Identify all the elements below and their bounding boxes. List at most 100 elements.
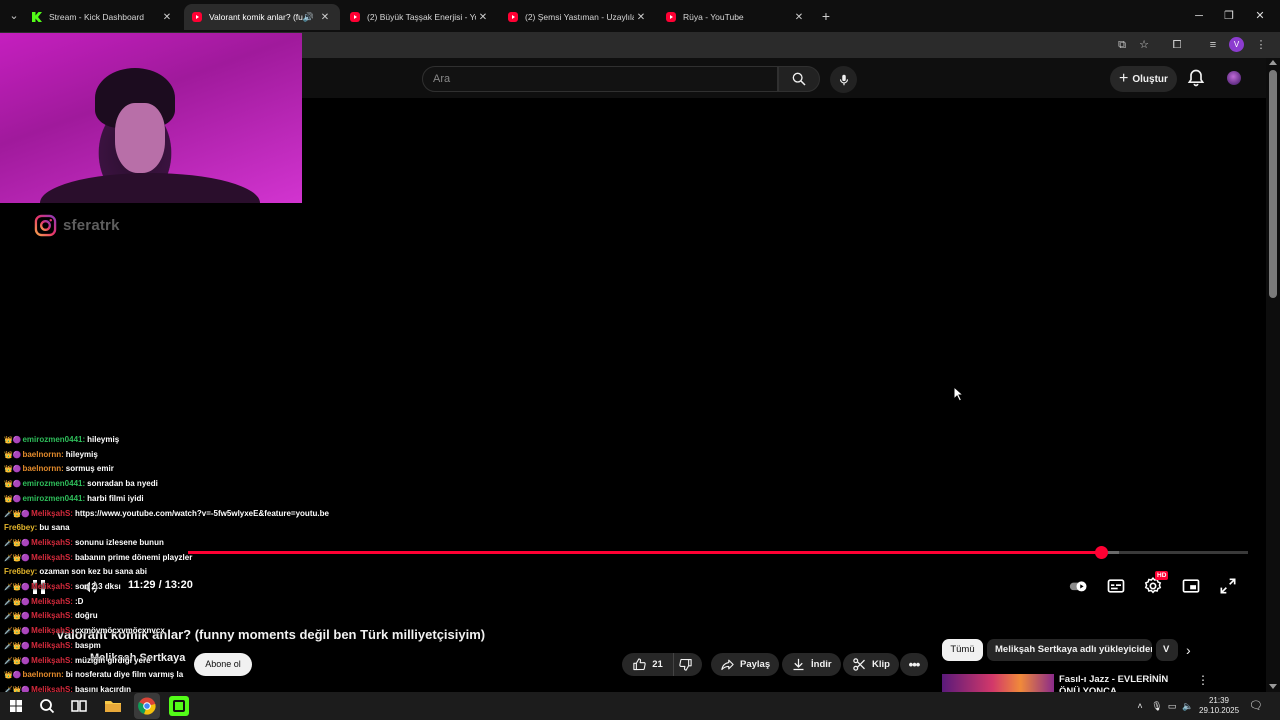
tab-kick-dashboard[interactable]: Stream - Kick Dashboard ✕: [24, 4, 182, 30]
chat-username: Fre6bey:: [4, 523, 38, 533]
close-tab-icon[interactable]: ✕: [318, 12, 332, 23]
autoplay-toggle[interactable]: [1068, 576, 1090, 596]
speaker-icon[interactable]: 🔊: [303, 12, 314, 23]
chat-text: hileymiş: [87, 435, 120, 444]
close-tab-icon[interactable]: ✕: [476, 12, 490, 23]
profile-avatar[interactable]: V: [1229, 37, 1244, 52]
network-icon[interactable]: ▭: [1166, 700, 1178, 712]
chat-badges: 👑🟣: [4, 481, 22, 489]
notification-center-icon[interactable]: 🗨: [1249, 700, 1263, 712]
install-app-icon[interactable]: ⧉: [1113, 36, 1131, 54]
chat-text: bu sana: [39, 523, 70, 533]
kick-studio-icon[interactable]: [169, 696, 189, 716]
file-explorer-icon[interactable]: [103, 696, 123, 716]
chat-username: Fre6bey:: [4, 567, 38, 577]
chat-text: sonunu izlesene bunun: [74, 537, 164, 547]
tray-overflow-icon[interactable]: ˄: [1134, 700, 1146, 712]
instagram-overlay: sferatrk: [34, 214, 120, 237]
chat-username: MelikşahS:: [31, 596, 73, 606]
account-avatar[interactable]: [1227, 71, 1241, 85]
chip-all[interactable]: Tümü: [942, 639, 983, 661]
like-button[interactable]: 21: [622, 653, 674, 676]
youtube-icon: [350, 12, 360, 22]
scissors-icon: [853, 658, 865, 671]
tab-ruya[interactable]: Rüya - YouTube ✕: [658, 4, 814, 30]
chevron-right-icon[interactable]: ›: [1186, 643, 1200, 657]
chat-username: MelikşahS:: [31, 508, 73, 518]
close-tab-icon[interactable]: ✕: [160, 12, 174, 23]
scrollbar-thumb[interactable]: [1269, 70, 1277, 298]
plus-icon: +: [1119, 70, 1129, 87]
windows-start-icon[interactable]: [6, 696, 26, 716]
chat-badges: 🗡️👑🟣: [4, 554, 31, 562]
taskbar-chrome-active[interactable]: [134, 693, 160, 719]
clip-button[interactable]: Klip: [843, 653, 899, 676]
restore-button[interactable]: ❐: [1214, 6, 1244, 26]
chat-message: 👑🟣emirozmen0441: hileymiş: [4, 433, 119, 446]
dislike-button[interactable]: [674, 653, 702, 676]
chat-text: sormuş emir: [65, 464, 114, 474]
voice-search-button[interactable]: [830, 66, 857, 93]
chat-message: 🗡️👑🟣MelikşahS: doğru: [4, 609, 98, 622]
share-button[interactable]: Paylaş: [711, 653, 780, 676]
chat-badges: 🗡️👑🟣: [4, 642, 31, 650]
scroll-up-icon[interactable]: [1269, 60, 1277, 65]
more-actions-button[interactable]: •••: [900, 653, 928, 676]
close-tab-icon[interactable]: ✕: [634, 12, 648, 23]
chat-message: 🗡️👑🟣MelikşahS::D: [4, 595, 83, 608]
new-tab-button[interactable]: +: [818, 7, 834, 25]
tray-mic-icon[interactable]: 🎙: [1151, 700, 1163, 712]
chip-v[interactable]: V: [1156, 639, 1178, 661]
media-control-icon[interactable]: ≡: [1204, 36, 1222, 54]
chat-username: emirozmen0441:: [22, 493, 86, 503]
search-button[interactable]: [778, 66, 820, 92]
chat-username: MelikşahS:: [31, 582, 73, 591]
download-button[interactable]: İndir: [782, 653, 841, 676]
volume-tray-icon[interactable]: 🔈: [1182, 700, 1194, 712]
search-input[interactable]: [422, 66, 778, 92]
close-window-button[interactable]: ✕: [1245, 6, 1275, 26]
recommendation-thumbnail[interactable]: [942, 674, 1054, 692]
instagram-handle: sferatrk: [63, 217, 120, 234]
scroll-down-icon[interactable]: [1269, 684, 1277, 689]
taskbar-clock[interactable]: 21:39 29.10.2025: [1199, 696, 1239, 716]
tab-search-icon[interactable]: ⌄: [4, 7, 24, 25]
extensions-icon[interactable]: ⧠: [1168, 36, 1186, 54]
chat-text: bi nosferatu diye film varmış la: [65, 670, 184, 680]
tab-buyuk-tassak-enerjisi[interactable]: (2) Büyük Taşşak Enerjisi - YouT ✕: [342, 4, 498, 30]
recommendation-menu-icon[interactable]: ⋮: [1197, 673, 1209, 687]
chat-badges: 🗡️👑🟣: [4, 628, 31, 636]
close-tab-icon[interactable]: ✕: [792, 12, 806, 23]
notifications-bell-icon[interactable]: [1186, 68, 1206, 88]
tab-label: Valorant komik anlar? (funny: [209, 12, 303, 22]
browser-menu-icon[interactable]: ⋮: [1252, 36, 1270, 54]
tab-semsi-yastiman[interactable]: (2) Şemsi Yastıman - Uzaylılar H ✕: [500, 4, 656, 30]
share-icon: [721, 659, 734, 671]
create-button[interactable]: + Oluştur: [1110, 66, 1177, 92]
subtitles-icon[interactable]: [1105, 576, 1127, 596]
chat-message: 👑🟣baelnornn: bi nosferatu diye film varmı…: [4, 668, 183, 681]
bookmark-star-icon[interactable]: ☆: [1135, 36, 1153, 54]
chat-text: baspm: [74, 640, 101, 650]
chat-message: Fre6bey: ozaman son kez bu sana abi: [4, 565, 147, 578]
chat-message: 👑🟣emirozmen0441: sonradan ba nyedi: [4, 477, 158, 490]
chat-text: cxmövmöcxvmöcxnvcx: [74, 626, 165, 636]
chat-badges: 🗡️👑🟣: [4, 539, 31, 547]
tab-label: (2) Şemsi Yastıman - Uzaylılar H: [525, 12, 634, 22]
minimize-button[interactable]: ─: [1184, 6, 1214, 26]
miniplayer-icon[interactable]: [1180, 576, 1202, 596]
fullscreen-icon[interactable]: [1217, 576, 1239, 596]
progress-bar[interactable]: [188, 546, 1248, 559]
recommendation-title[interactable]: Fasıl-ı Jazz - EVLERİNİN ÖNÜ YONCA: [1059, 674, 1189, 692]
chat-text: https://www.youtube.com/watch?v=-5fw5wly…: [74, 508, 329, 518]
chat-username: MelikşahS:: [31, 611, 73, 621]
share-label: Paylaş: [740, 659, 771, 670]
mouse-cursor-icon: [953, 386, 965, 402]
chip-from-uploader[interactable]: Melikşah Sertkaya adlı yükleyiciden: [987, 639, 1152, 661]
tab-valorant-video[interactable]: Valorant komik anlar? (funny 🔊 ✕: [184, 4, 340, 30]
task-view-icon[interactable]: [69, 696, 89, 716]
page-scrollbar[interactable]: [1266, 58, 1280, 692]
clock-time: 21:39: [1208, 696, 1230, 705]
download-icon: [793, 658, 804, 671]
taskbar-search-icon[interactable]: [37, 696, 57, 716]
